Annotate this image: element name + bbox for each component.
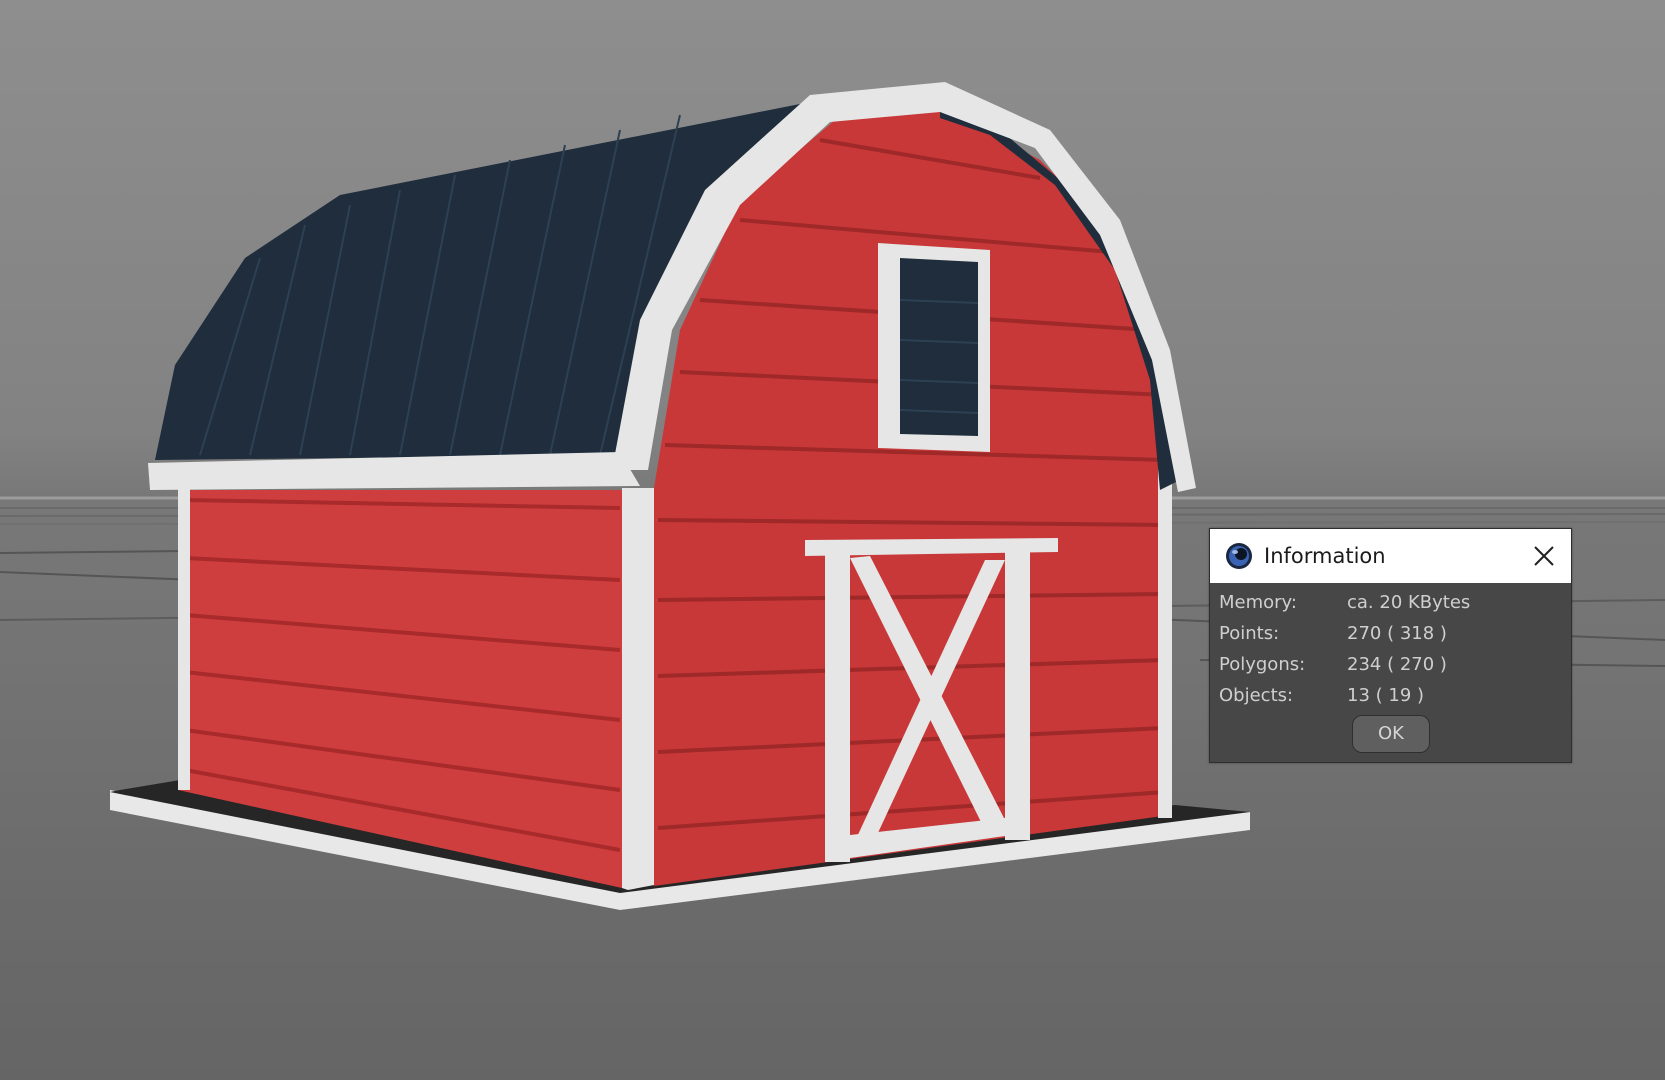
info-value: 270 ( 318 ): [1347, 623, 1447, 644]
info-label: Memory:: [1219, 592, 1297, 613]
loft-window: [878, 243, 990, 452]
left-wall-corner-trim: [622, 488, 654, 890]
information-dialog: Information Memory: ca. 20 KBytes Points…: [1209, 528, 1572, 763]
close-icon[interactable]: [1529, 541, 1559, 571]
left-wall-left-trim: [178, 488, 190, 790]
dialog-titlebar[interactable]: Information: [1210, 529, 1571, 583]
info-label: Polygons:: [1219, 654, 1306, 675]
ok-button[interactable]: OK: [1352, 715, 1430, 753]
info-value: ca. 20 KBytes: [1347, 592, 1471, 613]
dialog-title: Information: [1264, 544, 1386, 568]
info-label: Objects:: [1219, 685, 1294, 706]
info-value: 234 ( 270 ): [1347, 654, 1447, 675]
cinema4d-logo-icon: [1225, 542, 1253, 570]
front-wall-right-trim: [1158, 440, 1172, 818]
info-label: Points:: [1219, 623, 1280, 644]
info-value: 13 ( 19 ): [1347, 685, 1425, 706]
